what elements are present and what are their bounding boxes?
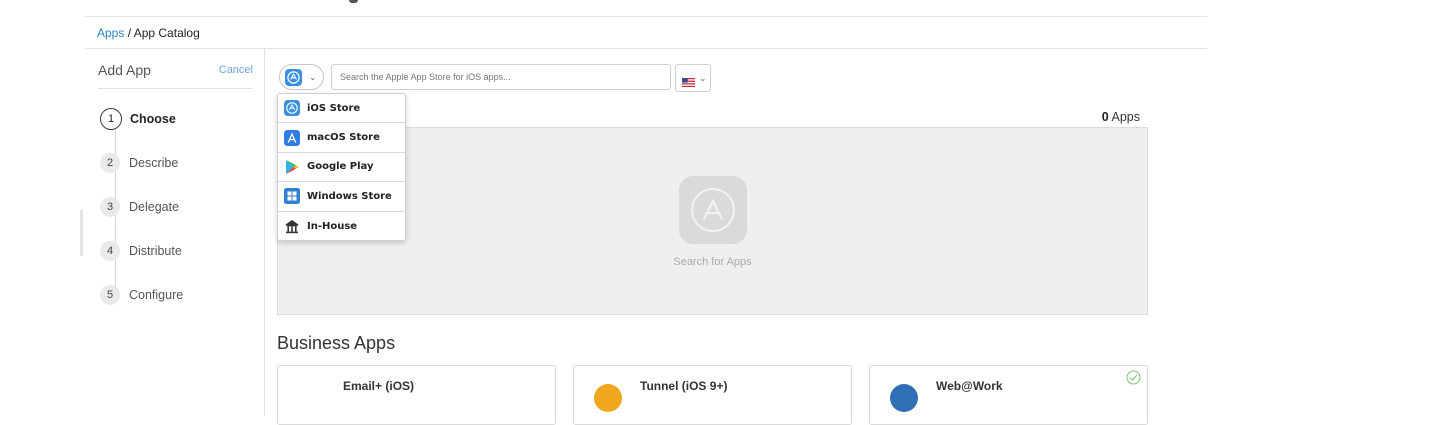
us-flag-icon <box>682 74 695 92</box>
menu-item-label: Google Play <box>307 161 374 173</box>
results-count-suffix: Apps <box>1108 110 1141 124</box>
sidebar-header: Add App Cancel <box>98 62 253 89</box>
step-label: Delegate <box>129 200 180 214</box>
sidebar-title: Add App <box>98 62 151 78</box>
breadcrumb-apps-link[interactable]: Apps <box>97 26 124 40</box>
menu-item-windows-store[interactable]: Windows Store <box>278 182 405 212</box>
step-number: 3 <box>100 197 120 217</box>
step-configure[interactable]: 5 Configure <box>100 283 183 307</box>
left-edge-strip <box>80 210 83 256</box>
app-name: Web@Work <box>936 379 1003 393</box>
app-search-input[interactable] <box>331 64 671 90</box>
step-choose[interactable]: 1 Choose <box>100 107 176 131</box>
windows-store-icon <box>284 188 300 205</box>
menu-item-label: Windows Store <box>307 190 392 202</box>
menu-item-ios-store[interactable]: iOS Store <box>278 94 405 124</box>
step-label: Describe <box>129 156 179 170</box>
menu-item-label: iOS Store <box>307 102 361 114</box>
business-app-card[interactable]: Web@Work <box>869 365 1148 425</box>
step-number: 1 <box>100 108 122 130</box>
region-selector-button[interactable]: ⌄ <box>675 64 711 92</box>
cancel-link[interactable]: Cancel <box>219 64 253 76</box>
results-count: 0 Apps <box>1070 110 1140 124</box>
chevron-down-icon: ⌄ <box>699 73 707 83</box>
business-app-card[interactable]: Tunnel (iOS 9+) <box>573 365 852 425</box>
app-name: Email+ (iOS) <box>343 379 415 393</box>
menu-item-label: In-House <box>307 220 358 232</box>
menu-item-label: macOS Store <box>307 132 380 144</box>
step-label: Distribute <box>129 244 182 258</box>
store-selector-button[interactable]: ⌄ <box>279 64 324 90</box>
search-results-panel: Search for Apps <box>277 127 1148 315</box>
menu-item-macos-store[interactable]: macOS Store <box>278 123 405 153</box>
step-number: 2 <box>100 153 120 173</box>
app-name: Tunnel (iOS 9+) <box>640 379 728 393</box>
macos-store-icon <box>284 129 300 146</box>
tunnel-app-icon <box>594 384 622 412</box>
breadcrumb-separator: / <box>124 26 134 40</box>
step-label: Configure <box>129 288 184 302</box>
business-apps-heading: Business Apps <box>277 333 396 353</box>
business-app-card[interactable]: Email+ (iOS) <box>277 365 556 425</box>
step-label: Choose <box>130 112 176 126</box>
breadcrumb: Apps / App Catalog <box>85 17 1207 49</box>
ios-store-icon <box>285 69 302 91</box>
step-delegate[interactable]: 3 Delegate <box>100 195 179 219</box>
app-store-placeholder-icon <box>679 176 747 244</box>
google-play-icon <box>284 159 300 175</box>
chevron-down-icon: ⌄ <box>309 72 317 82</box>
header-fragment <box>349 0 358 3</box>
in-house-icon <box>284 218 300 234</box>
web-at-work-app-icon <box>890 384 918 412</box>
menu-item-google-play[interactable]: Google Play <box>278 153 405 183</box>
step-number: 5 <box>100 285 120 305</box>
empty-state-text: Search for Apps <box>673 256 752 268</box>
menu-item-in-house[interactable]: In-House <box>278 212 405 241</box>
step-distribute[interactable]: 4 Distribute <box>100 239 182 263</box>
installed-check-icon <box>1126 370 1141 390</box>
store-dropdown-menu: iOS Store macOS Store Google Play Window… <box>277 93 406 241</box>
breadcrumb-current: App Catalog <box>133 26 200 40</box>
ios-store-icon <box>284 100 300 117</box>
step-describe[interactable]: 2 Describe <box>100 151 178 175</box>
results-count-number: 0 <box>1101 110 1109 124</box>
step-number: 4 <box>100 241 120 261</box>
wizard-sidebar: Add App Cancel 1 Choose 2 Describe 3 Del… <box>85 49 265 416</box>
